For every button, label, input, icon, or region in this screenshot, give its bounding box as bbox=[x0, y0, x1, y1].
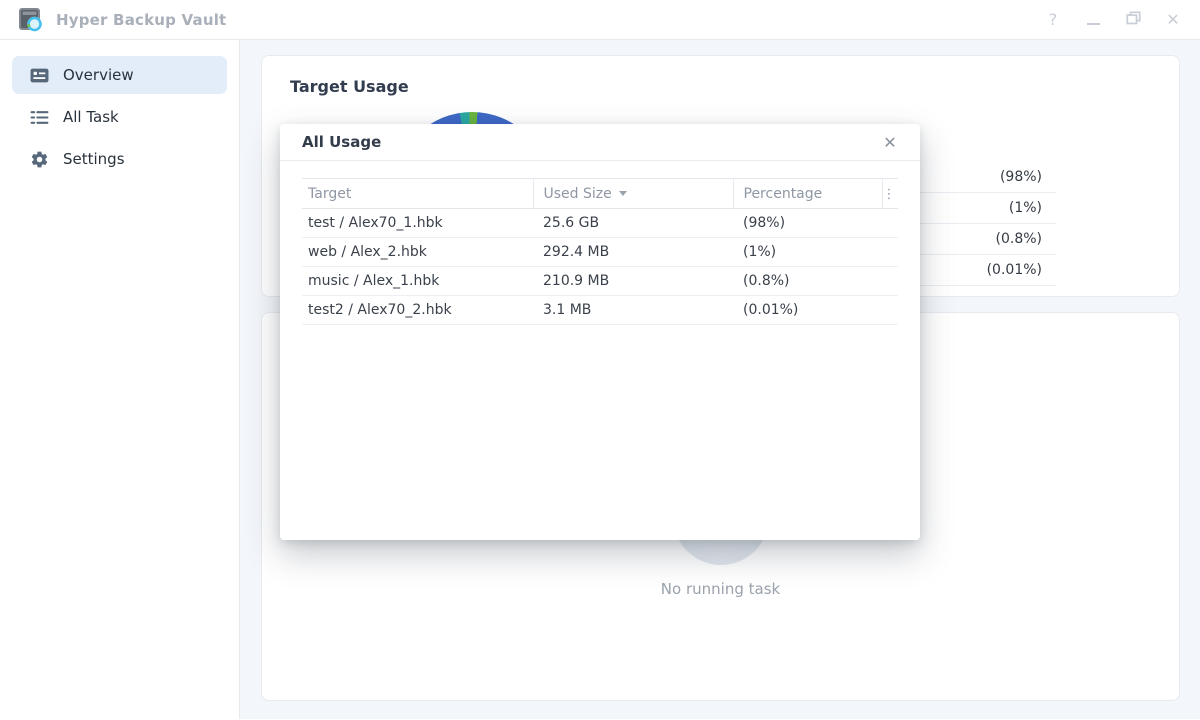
table-row[interactable]: web / Alex_2.hbk 292.4 MB (1%) bbox=[302, 238, 898, 267]
empty-state-text: No running task bbox=[262, 580, 1179, 598]
hyper-backup-vault-app-icon bbox=[18, 7, 44, 33]
sidebar-item-label: Overview bbox=[63, 66, 134, 84]
restore-button[interactable] bbox=[1124, 11, 1142, 29]
task-list-icon bbox=[30, 108, 49, 127]
target-usage-title: Target Usage bbox=[262, 56, 1179, 96]
all-usage-dialog: All Usage ✕ Target Used Size Percentage … bbox=[280, 124, 920, 540]
close-dialog-button[interactable]: ✕ bbox=[880, 133, 900, 152]
cell-used-size: 210.9 MB bbox=[533, 267, 733, 296]
dialog-header: All Usage ✕ bbox=[280, 124, 920, 161]
cell-percentage: (0.01%) bbox=[733, 296, 882, 325]
cell-used-size: 292.4 MB bbox=[533, 238, 733, 267]
sort-desc-icon bbox=[619, 191, 627, 196]
restore-icon bbox=[1126, 11, 1141, 25]
sidebar-item-label: Settings bbox=[63, 150, 125, 168]
minimize-button[interactable] bbox=[1084, 11, 1102, 29]
legend-percentage: (0.8%) bbox=[996, 231, 1043, 247]
column-header-target[interactable]: Target bbox=[302, 179, 533, 209]
table-row[interactable]: test2 / Alex70_2.hbk 3.1 MB (0.01%) bbox=[302, 296, 898, 325]
cell-used-size: 25.6 GB bbox=[533, 209, 733, 238]
cell-target: test2 / Alex70_2.hbk bbox=[302, 296, 533, 325]
sidebar: Overview All Task Settings bbox=[0, 40, 240, 719]
cell-target: test / Alex70_1.hbk bbox=[302, 209, 533, 238]
usage-table-container: Target Used Size Percentage ⋮ test / Ale… bbox=[302, 178, 898, 325]
titlebar: Hyper Backup Vault ? ✕ bbox=[0, 0, 1200, 40]
cell-used-size: 3.1 MB bbox=[533, 296, 733, 325]
column-header-used-size[interactable]: Used Size bbox=[533, 179, 733, 209]
sidebar-item-overview[interactable]: Overview bbox=[12, 56, 227, 94]
column-header-percentage[interactable]: Percentage bbox=[733, 179, 882, 209]
sidebar-item-settings[interactable]: Settings bbox=[12, 140, 227, 178]
dialog-title: All Usage bbox=[302, 133, 381, 151]
gear-icon bbox=[30, 150, 49, 169]
app-title: Hyper Backup Vault bbox=[56, 11, 226, 29]
cell-percentage: (0.8%) bbox=[733, 267, 882, 296]
cell-target: web / Alex_2.hbk bbox=[302, 238, 533, 267]
minimize-icon bbox=[1087, 23, 1100, 25]
help-button[interactable]: ? bbox=[1044, 11, 1062, 29]
close-button[interactable]: ✕ bbox=[1164, 11, 1182, 29]
app-identity: Hyper Backup Vault bbox=[18, 7, 226, 33]
legend-percentage: (98%) bbox=[1000, 169, 1042, 185]
kebab-menu-icon: ⋮ bbox=[883, 187, 896, 202]
cell-percentage: (1%) bbox=[733, 238, 882, 267]
cell-percentage: (98%) bbox=[733, 209, 882, 238]
table-header-row: Target Used Size Percentage ⋮ bbox=[302, 179, 898, 209]
table-row[interactable]: music / Alex_1.hbk 210.9 MB (0.8%) bbox=[302, 267, 898, 296]
window-controls: ? ✕ bbox=[1044, 11, 1182, 29]
usage-table: Target Used Size Percentage ⋮ test / Ale… bbox=[302, 178, 898, 325]
legend-percentage: (1%) bbox=[1009, 200, 1042, 216]
column-options-button[interactable]: ⋮ bbox=[882, 179, 898, 209]
sidebar-item-all-task[interactable]: All Task bbox=[12, 98, 227, 136]
overview-icon bbox=[30, 66, 49, 85]
table-row[interactable]: test / Alex70_1.hbk 25.6 GB (98%) bbox=[302, 209, 898, 238]
cell-target: music / Alex_1.hbk bbox=[302, 267, 533, 296]
sidebar-item-label: All Task bbox=[63, 108, 119, 126]
legend-percentage: (0.01%) bbox=[987, 262, 1042, 278]
